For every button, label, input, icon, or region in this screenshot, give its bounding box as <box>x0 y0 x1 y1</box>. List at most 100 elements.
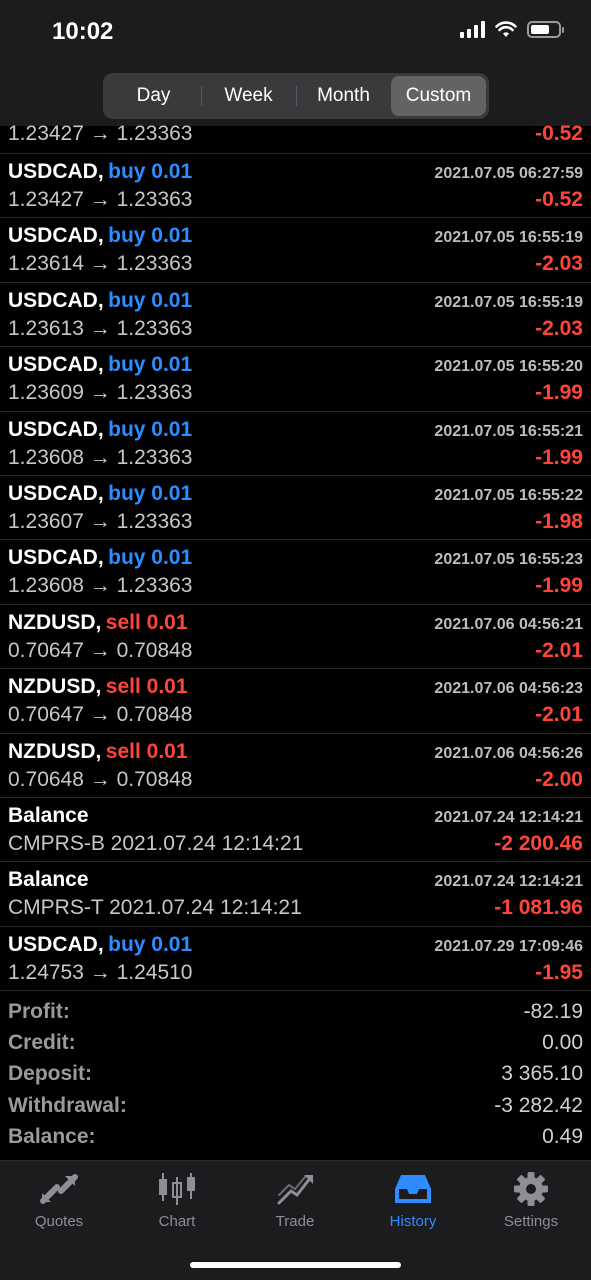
list-item[interactable]: USDCAD, buy 0.01 2021.07.05 16:55:21 1.236… <box>0 412 591 476</box>
deal-title: USDCAD, buy 0.01 <box>8 933 192 957</box>
deal-title: USDCAD, buy 0.01 <box>8 353 192 377</box>
deal-profit: -1.95 <box>535 960 583 984</box>
list-item[interactable]: NZDUSD, sell 0.01 2021.07.06 04:56:21 0.70… <box>0 605 591 670</box>
tab-label: Settings <box>503 1213 559 1230</box>
deal-time: 2021.07.24 12:14:21 <box>434 808 583 826</box>
chart-icon <box>159 1173 195 1205</box>
deal-symbol: USDCAD, <box>8 417 104 441</box>
deal-time: 2021.07.05 16:55:19 <box>434 229 583 247</box>
list-item[interactable]: USDCAD, buy 0.01 2021.07.05 16:55:19 1.236… <box>0 218 591 283</box>
deal-profit: -2.00 <box>535 767 583 791</box>
deal-side: buy 0.01 <box>108 546 193 570</box>
deal-time: 2021.07.29 17:09:46 <box>434 937 583 955</box>
tab-label: Chart <box>158 1213 196 1230</box>
deal-title: USDCAD, buy 0.01 <box>8 418 192 442</box>
deal-profit: -1 081.96 <box>494 896 583 920</box>
list-item[interactable]: 1.23427 → 1.23363 -0.52 <box>0 122 591 154</box>
status-icons <box>460 20 564 38</box>
summary-value: 0.49 <box>542 1125 583 1149</box>
deal-time: 2021.07.05 16:55:21 <box>434 422 583 440</box>
cellular-signal-icon <box>460 20 485 38</box>
deal-profit: -2 200.46 <box>494 831 583 855</box>
deal-time: 2021.07.24 12:14:21 <box>434 873 583 891</box>
summary-label: Withdrawal: <box>8 1093 127 1117</box>
deal-symbol: USDCAD, <box>8 224 104 248</box>
summary-value: -82.19 <box>523 999 583 1023</box>
deals-list[interactable]: 1.23427 → 1.23363 -0.52 USDCAD, buy 0.01… <box>0 122 591 992</box>
tab-history[interactable]: History <box>354 1171 472 1230</box>
deal-time: 2021.07.05 16:55:23 <box>434 551 583 569</box>
deal-prices: 0.70647 → 0.70848 <box>8 703 193 727</box>
list-item[interactable]: USDCAD, buy 0.01 2021.07.05 06:27:59 1.234… <box>0 154 591 219</box>
deal-time: 2021.07.05 16:55:22 <box>434 486 583 504</box>
deal-side: sell 0.01 <box>105 610 188 634</box>
period-tab-month[interactable]: Month <box>296 76 391 116</box>
deal-title: USDCAD, buy 0.01 <box>8 482 192 506</box>
deal-prices: 1.23609 → 1.23363 <box>8 381 193 405</box>
gear-icon <box>514 1172 548 1206</box>
deal-title: USDCAD, buy 0.01 <box>8 160 192 184</box>
deal-title: NZDUSD, sell 0.01 <box>8 611 188 635</box>
deal-symbol: USDCAD, <box>8 160 104 183</box>
deal-side: buy 0.01 <box>108 224 193 248</box>
battery-icon <box>527 20 564 38</box>
deal-profit: -1.98 <box>535 509 583 533</box>
deal-side: buy 0.01 <box>108 288 193 312</box>
deal-side: buy 0.01 <box>108 353 193 377</box>
deal-prices: 1.24753 → 1.24510 <box>8 960 193 984</box>
deal-prices: 0.70648 → 0.70848 <box>8 767 193 791</box>
history-icon <box>395 1175 431 1203</box>
deal-side: buy 0.01 <box>108 932 193 956</box>
period-tab-custom[interactable]: Custom <box>391 76 486 116</box>
deal-time: 2021.07.06 04:56:23 <box>434 680 583 698</box>
summary-profit: Profit: -82.19 <box>0 996 591 1027</box>
home-indicator[interactable] <box>190 1262 401 1268</box>
list-item[interactable]: USDCAD, buy 0.01 2021.07.29 17:09:46 1.247… <box>0 927 591 992</box>
deal-prices: CMPRS-B 2021.07.24 12:14:21 <box>8 831 304 855</box>
deal-prices: 1.23608 → 1.23363 <box>8 574 193 598</box>
deal-prices: 0.70647 → 0.70848 <box>8 638 193 662</box>
deal-side: sell 0.01 <box>105 739 188 763</box>
deal-side: buy 0.01 <box>108 417 193 441</box>
list-item[interactable]: Balance 2021.07.24 12:14:21 CMPRS-T 2021.0… <box>0 862 591 927</box>
list-item[interactable]: NZDUSD, sell 0.01 2021.07.06 04:56:26 0.70… <box>0 734 591 798</box>
deal-side: buy 0.01 <box>108 160 193 183</box>
tab-chart[interactable]: Chart <box>118 1171 236 1230</box>
deal-symbol: NZDUSD, <box>8 739 102 763</box>
deal-title: USDCAD, buy 0.01 <box>8 289 192 313</box>
list-item[interactable]: Balance 2021.07.24 12:14:21 CMPRS-B 2021.0… <box>0 798 591 863</box>
deal-symbol: USDCAD, <box>8 546 104 570</box>
summary-label: Profit: <box>8 999 70 1023</box>
deal-symbol: USDCAD, <box>8 288 104 312</box>
list-item[interactable]: USDCAD, buy 0.01 2021.07.05 16:55:23 1.236… <box>0 540 591 605</box>
list-item[interactable]: USDCAD, buy 0.01 2021.07.05 16:55:20 1.236… <box>0 347 591 412</box>
tab-quotes[interactable]: Quotes <box>0 1171 118 1230</box>
deal-title: Balance <box>8 804 89 828</box>
deal-title: USDCAD, buy 0.01 <box>8 546 192 570</box>
deal-time: 2021.07.05 16:55:20 <box>434 358 583 376</box>
tab-label: Trade <box>275 1213 315 1230</box>
summary-credit: Credit: 0.00 <box>0 1027 591 1058</box>
summary-label: Deposit: <box>8 1062 92 1086</box>
deal-profit: -2.01 <box>535 703 583 727</box>
history-header: Day Week Month Custom <box>0 66 591 126</box>
list-item[interactable]: USDCAD, buy 0.01 2021.07.05 16:55:19 1.236… <box>0 283 591 348</box>
tab-settings[interactable]: Settings <box>472 1171 590 1230</box>
summary-balance: Balance: 0.49 <box>0 1122 591 1153</box>
status-bar: 10:02 <box>0 0 591 66</box>
summary-deposit: Deposit: 3 365.10 <box>0 1059 591 1090</box>
deal-title: NZDUSD, sell 0.01 <box>8 675 188 699</box>
period-tab-week[interactable]: Week <box>201 76 296 116</box>
deal-side: sell 0.01 <box>105 675 188 699</box>
list-item[interactable]: NZDUSD, sell 0.01 2021.07.06 04:56:23 0.70… <box>0 669 591 734</box>
summary-value: 3 365.10 <box>501 1062 583 1086</box>
history-summary: Profit: -82.19 Credit: 0.00 Deposit: 3 3… <box>0 996 591 1153</box>
list-item[interactable]: USDCAD, buy 0.01 2021.07.05 16:55:22 1.236… <box>0 476 591 541</box>
period-tab-day[interactable]: Day <box>106 76 201 116</box>
deal-profit: -2.03 <box>535 252 583 276</box>
summary-value: 0.00 <box>542 1031 583 1055</box>
tab-trade[interactable]: Trade <box>236 1171 354 1230</box>
deal-prices: CMPRS-T 2021.07.24 12:14:21 <box>8 896 302 920</box>
deal-title: Balance <box>8 868 89 892</box>
deal-time: 2021.07.06 04:56:26 <box>434 744 583 762</box>
